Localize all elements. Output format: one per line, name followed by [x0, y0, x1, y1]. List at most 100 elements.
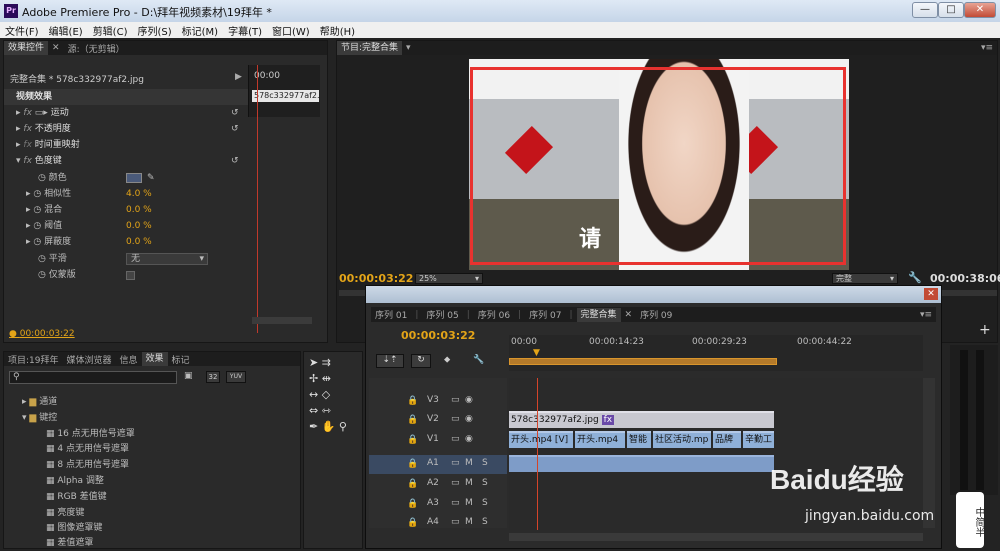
horizontal-scrollbar[interactable] — [509, 533, 923, 541]
effects-search-input[interactable]: ⚲ — [9, 371, 177, 384]
effect-row-motion[interactable]: ▸ fx ▭▸ 运动 ↺ — [4, 105, 248, 121]
ripple-edit-tool-icon[interactable]: ✢ — [309, 372, 318, 385]
tree-item-keying[interactable]: ▾ ▆ 键控 — [4, 410, 284, 426]
rate-stretch-tool-icon[interactable]: ↔ — [309, 388, 318, 401]
stopwatch-icon[interactable]: ◷ — [38, 270, 46, 280]
minimize-button[interactable]: — — [912, 2, 938, 18]
v1-clip[interactable]: 品牌 — [713, 431, 741, 448]
tab-media-browser[interactable]: 媒体浏览器 — [63, 353, 116, 366]
stopwatch-icon[interactable]: ◷ — [33, 205, 41, 215]
eye-icon[interactable]: ◉ — [465, 434, 473, 444]
program-timecode-left[interactable]: 00:00:03:22 — [339, 272, 413, 285]
effect-item[interactable]: ▦ RGB 差值键 — [4, 489, 284, 505]
param-mask-only[interactable]: ◷ 仅蒙版 — [4, 267, 248, 283]
effect-row-opacity[interactable]: ▸ fx 不透明度 ↺ — [4, 121, 248, 137]
quality-select[interactable]: 完整 ▾ — [832, 273, 898, 284]
tab-sequence-09[interactable]: 序列 09 — [636, 308, 676, 321]
tab-sequence-05[interactable]: 序列 05 — [422, 308, 462, 321]
effect-row-time-remap[interactable]: ▸ fx 时间重映射 — [4, 137, 248, 153]
pen-tool-icon[interactable]: ✒ — [309, 420, 318, 433]
tab-source[interactable]: 源:（无剪辑） — [64, 42, 129, 55]
reset-icon[interactable]: ↺ — [231, 153, 239, 169]
ime-toolbar[interactable]: 中简半 — [956, 492, 984, 548]
work-area-bar[interactable] — [509, 358, 777, 365]
timeline-ruler[interactable]: 00:00 00:00:14:23 00:00:29:23 00:00:44:2… — [509, 335, 923, 371]
tab-info[interactable]: 信息 — [116, 353, 142, 366]
tab-markers[interactable]: 标记 — [168, 353, 194, 366]
param-threshold[interactable]: ▸ ◷ 阈值 0.0 % — [4, 218, 248, 234]
v1-clip[interactable]: 开头.mp4 [V] — [509, 431, 573, 448]
panel-menu-icon[interactable]: ▾≡ — [977, 43, 997, 53]
effect-item[interactable]: ▦ 4 点无用信号遮罩 — [4, 441, 284, 457]
linked-select-icon[interactable]: ↻ — [411, 354, 431, 368]
zoom-scrollbar[interactable] — [252, 317, 312, 324]
tab-program[interactable]: 节目:完整合集 — [337, 41, 403, 55]
stopwatch-icon[interactable]: ◷ — [33, 221, 41, 231]
yuv-filter-button[interactable]: YUV — [226, 371, 246, 383]
tab-project[interactable]: 项目:19拜年 — [4, 353, 63, 366]
effect-controls-timecode[interactable]: ● 00:00:03:22 — [9, 329, 75, 339]
selection-tool-icon[interactable]: ➤ — [309, 356, 318, 369]
menu-marker[interactable]: 标记(M) — [177, 23, 223, 38]
slide-tool-icon[interactable]: ⇿ — [322, 404, 331, 417]
add-button-icon[interactable]: + — [979, 322, 991, 338]
smoothing-select[interactable]: 无 ▾ — [126, 253, 208, 265]
tab-effect-controls[interactable]: 效果控件 — [4, 41, 49, 55]
play-only-icon[interactable]: ▶ — [235, 72, 242, 82]
menu-help[interactable]: 帮助(H) — [315, 23, 360, 38]
toggle-sync-icon[interactable]: ▭ — [451, 395, 460, 405]
param-blend[interactable]: ▸ ◷ 混合 0.0 % — [4, 202, 248, 218]
a1-audio-clip[interactable] — [509, 455, 774, 472]
stopwatch-icon[interactable]: ◷ — [38, 173, 46, 183]
menu-edit[interactable]: 编辑(E) — [44, 23, 88, 38]
maximize-button[interactable]: □ — [938, 2, 964, 18]
tab-close-icon[interactable]: ✕ — [48, 43, 64, 53]
menu-window[interactable]: 窗口(W) — [267, 23, 315, 38]
color-swatch[interactable] — [126, 173, 142, 183]
param-color[interactable]: ◷ 颜色 ✎ — [4, 170, 248, 186]
menu-file[interactable]: 文件(F) — [0, 23, 44, 38]
timeline-timecode[interactable]: 00:00:03:22 — [401, 329, 475, 342]
effect-item[interactable]: ▦ 8 点无用信号遮罩 — [4, 457, 284, 473]
zoom-tool-icon[interactable]: ⚲ — [339, 420, 347, 433]
tab-sequence-01[interactable]: 序列 01 — [371, 308, 411, 321]
param-cutoff[interactable]: ▸ ◷ 屏蔽度 0.0 % — [4, 234, 248, 250]
timeline-close-button[interactable]: ✕ — [924, 288, 938, 300]
dropdown-icon[interactable]: ▾ — [402, 43, 415, 53]
eye-icon[interactable]: ◉ — [465, 414, 473, 424]
accelerated-filter-icon[interactable]: ▣ — [184, 371, 193, 381]
stopwatch-icon[interactable]: ◷ — [33, 189, 41, 199]
v1-clip[interactable]: 开头.mp4 — [575, 431, 625, 448]
effect-item[interactable]: ▦ 图像遮罩键 — [4, 520, 284, 536]
effect-item[interactable]: ▦ 亮度键 — [4, 505, 284, 521]
stopwatch-icon[interactable]: ◷ — [33, 237, 41, 247]
tab-sequence-07[interactable]: 序列 07 — [525, 308, 565, 321]
menu-clip[interactable]: 剪辑(C) — [88, 23, 133, 38]
hand-tool-icon[interactable]: ✋ — [322, 420, 336, 433]
rolling-edit-tool-icon[interactable]: ⇹ — [322, 372, 331, 385]
reset-icon[interactable]: ↺ — [231, 105, 239, 121]
effect-row-chroma-key[interactable]: ▾ fx 色度键 ↺ — [4, 153, 248, 169]
mask-only-checkbox[interactable] — [126, 271, 135, 280]
mini-timeline[interactable]: 00:00 578c332977af2.jpg — [248, 65, 320, 117]
32bit-filter-button[interactable]: 32 — [206, 371, 220, 383]
wrench-icon[interactable]: 🔧 — [908, 271, 922, 284]
razor-tool-icon[interactable]: ◇ — [322, 388, 330, 401]
toggle-sync-icon[interactable]: ▭ — [451, 414, 460, 424]
panel-menu-icon[interactable]: ▾≡ — [916, 310, 936, 320]
tab-effects[interactable]: 效果 — [141, 352, 168, 366]
eye-icon[interactable]: ◉ — [465, 395, 473, 405]
stopwatch-icon[interactable]: ◷ — [38, 254, 46, 264]
track-select-tool-icon[interactable]: ⇉ — [322, 356, 331, 369]
menu-sequence[interactable]: 序列(S) — [132, 23, 176, 38]
v1-clip[interactable]: 智能 — [627, 431, 651, 448]
menu-title[interactable]: 字幕(T) — [223, 23, 267, 38]
timeline-settings-icon[interactable]: 🔧 — [473, 355, 484, 365]
tab-sequence-06[interactable]: 序列 06 — [474, 308, 514, 321]
tab-full-collection[interactable]: 完整合集 — [576, 307, 621, 322]
playhead-handle[interactable]: ▼ — [533, 348, 540, 358]
toggle-sync-icon[interactable]: ▭ — [451, 434, 460, 444]
param-smoothing[interactable]: ◷ 平滑 无 ▾ — [4, 251, 248, 267]
snap-icon[interactable]: ⇣⇡ — [376, 354, 404, 368]
zoom-select[interactable]: 25% ▾ — [415, 273, 483, 284]
